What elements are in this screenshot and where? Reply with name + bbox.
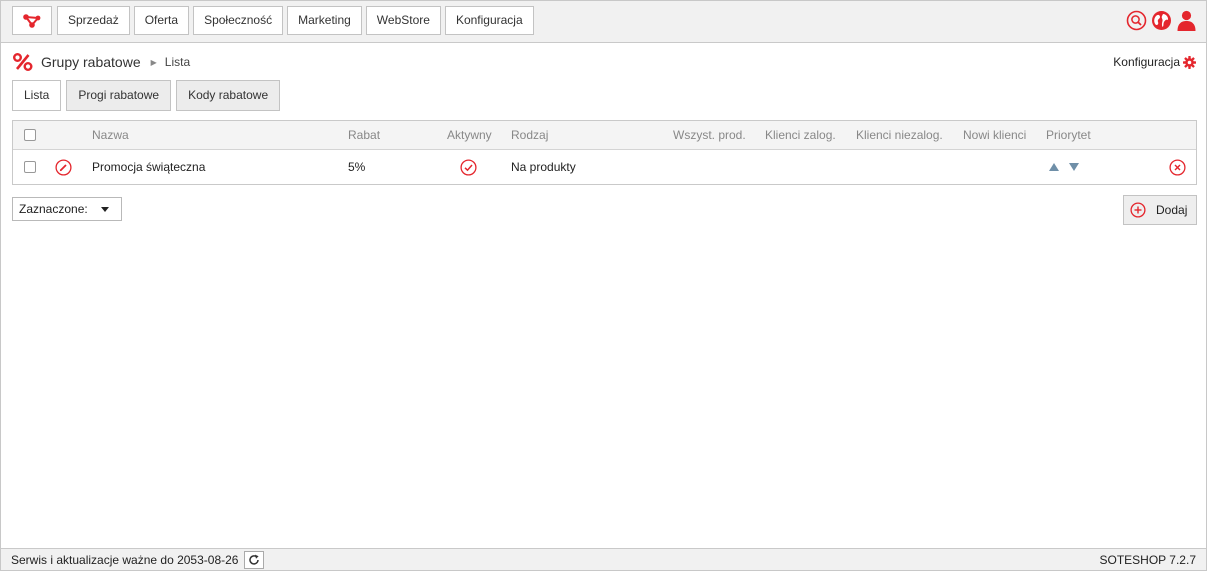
table-row: Promocja świąteczna 5% Na produkty [13,150,1196,184]
tab-kody-rabatowe[interactable]: Kody rabatowe [176,80,281,111]
header-guest-clients[interactable]: Klienci niezalog. [856,121,943,149]
globe-icon[interactable] [1151,10,1172,31]
header-active[interactable]: Aktywny [447,121,492,149]
tab-lista[interactable]: Lista [12,80,62,111]
tabs: Lista Progi rabatowe Kody rabatowe [12,80,285,111]
nav-sprzedaz[interactable]: Sprzedaż [57,6,130,35]
footer: Serwis i aktualizacje ważne do 2053-08-2… [1,548,1206,570]
selected-actions-dropdown[interactable]: Zaznaczone: [12,197,122,221]
refresh-button[interactable] [244,550,265,569]
breadcrumb-current: Lista [164,55,191,69]
main-nav: Sprzedaż Oferta Społeczność Marketing We… [57,6,538,35]
config-link[interactable]: Konfiguracja [1113,55,1196,69]
priority-cell [1048,150,1080,184]
home-logo-button[interactable] [12,6,52,35]
header-priority[interactable]: Priorytet [1046,121,1091,149]
breadcrumb: Grupy rabatowe ▶ Lista [13,53,190,71]
config-link-label: Konfiguracja [1113,55,1180,69]
nav-konfiguracja[interactable]: Konfiguracja [444,6,534,35]
license-status: Serwis i aktualizacje ważne do 2053-08-2… [11,552,239,567]
nav-webstore[interactable]: WebStore [365,6,441,35]
priority-up-icon[interactable] [1048,162,1060,172]
nav-marketing[interactable]: Marketing [287,6,362,35]
row-checkbox[interactable] [24,161,36,173]
tab-progi-rabatowe[interactable]: Progi rabatowe [66,80,172,111]
active-cell [460,150,477,184]
add-button-label: Dodaj [1156,203,1188,217]
discount-groups-table: Nazwa Rabat Aktywny Rodzaj Wszyst. prod.… [12,120,1197,185]
search-icon[interactable] [1126,10,1147,31]
row-discount: 5% [348,160,366,174]
priority-down-icon[interactable] [1068,162,1080,172]
percent-icon [13,53,33,71]
add-button[interactable]: Dodaj [1123,195,1197,225]
row-select-cell [24,150,36,184]
active-check-icon[interactable] [460,158,477,176]
delete-icon[interactable] [1169,158,1186,176]
nav-oferta[interactable]: Oferta [133,6,190,35]
nav-spolecznosc[interactable]: Społeczność [193,6,284,35]
caret-down-icon [101,207,109,212]
table-header: Nazwa Rabat Aktywny Rodzaj Wszyst. prod.… [13,121,1196,150]
header-all-products[interactable]: Wszyst. prod. [673,121,746,149]
header-name[interactable]: Nazwa [92,121,129,149]
refresh-icon [249,554,260,565]
selected-actions-label: Zaznaczone: [19,202,88,216]
select-all-cell [24,121,36,149]
plus-circle-icon [1130,202,1146,218]
user-icon[interactable] [1176,10,1197,31]
breadcrumb-arrow-icon: ▶ [150,57,157,67]
gear-icon [1183,55,1196,69]
app-version: SOTESHOP 7.2.7 [1099,553,1197,567]
header-discount[interactable]: Rabat [348,121,380,149]
edit-cell [55,150,72,184]
header-logged-clients[interactable]: Klienci zalog. [765,121,836,149]
breadcrumb-section-link[interactable]: Grupy rabatowe [41,54,141,70]
edit-icon[interactable] [55,158,72,176]
select-all-checkbox[interactable] [24,129,36,141]
delete-cell [1169,150,1186,184]
top-icons [1126,10,1197,31]
header-type[interactable]: Rodzaj [511,121,548,149]
logo-icon [23,13,41,28]
header-new-clients[interactable]: Nowi klienci [963,121,1026,149]
row-name: Promocja świąteczna [92,160,206,174]
top-bar: Sprzedaż Oferta Społeczność Marketing We… [1,1,1206,43]
row-type: Na produkty [511,160,576,174]
